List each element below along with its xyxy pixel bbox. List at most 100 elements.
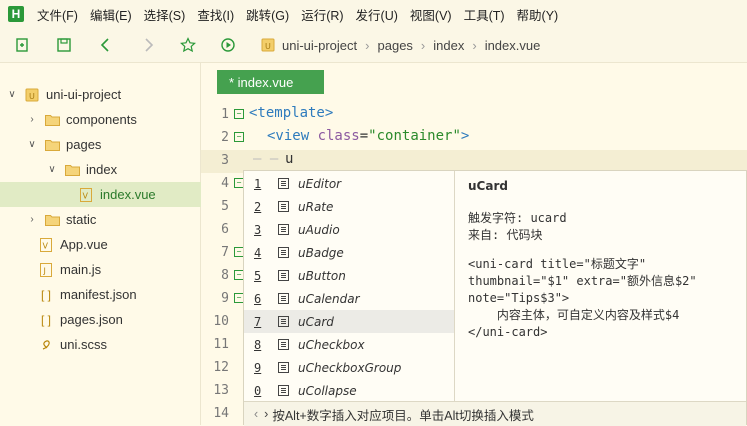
suggestion-label: uCheckbox — [298, 337, 365, 352]
project-icon: U — [24, 88, 40, 102]
code-line: 1 − <template> — [201, 104, 747, 127]
tree-item-components[interactable]: › components — [0, 107, 226, 132]
snippet-icon — [278, 316, 289, 327]
folder-icon — [44, 213, 60, 227]
line-number: 14 — [213, 406, 229, 421]
tree-item-static[interactable]: › static — [0, 207, 226, 232]
suggestion-number: 7 — [254, 314, 262, 329]
run-icon[interactable] — [214, 31, 242, 59]
suggestion-number: 4 — [254, 245, 262, 260]
line-number: 6 — [221, 222, 229, 237]
snippet-line: </uni-card> — [468, 325, 548, 339]
suggestion-item[interactable]: 5 uButton — [244, 264, 454, 287]
save-icon[interactable] — [50, 31, 78, 59]
breadcrumb: U uni-ui-project › pages › index › index… — [260, 38, 540, 53]
suggestion-label: uCalendar — [298, 291, 360, 306]
suggestion-number: 0 — [254, 383, 262, 398]
scss-file-icon — [38, 338, 54, 352]
line-number: 1 — [221, 107, 229, 122]
suggestion-number: 5 — [254, 268, 262, 283]
line-number: 9 — [221, 291, 229, 306]
breadcrumb-pages[interactable]: pages — [378, 38, 413, 53]
fold-toggle-icon[interactable]: − — [234, 132, 244, 142]
snippet-icon — [278, 201, 289, 212]
code-tag: <view — [267, 128, 318, 144]
suggestion-label: uButton — [298, 268, 346, 283]
snippet-icon — [278, 270, 289, 281]
toolbar: U uni-ui-project › pages › index › index… — [0, 28, 747, 63]
menu-edit[interactable]: 编辑(E) — [90, 5, 132, 24]
new-file-icon[interactable] — [8, 31, 36, 59]
svg-text:J: J — [43, 266, 46, 275]
breadcrumb-file[interactable]: index.vue — [485, 38, 541, 53]
suggestion-item[interactable]: 4 uBadge — [244, 241, 454, 264]
chevron-down-icon[interactable]: ∨ — [6, 89, 18, 100]
chevron-down-icon[interactable]: ∨ — [26, 139, 38, 150]
snippet-line: thumbnail="$1" extra="额外信息$2" — [468, 274, 697, 288]
menu-tools[interactable]: 工具(T) — [464, 5, 505, 24]
star-icon[interactable] — [174, 31, 202, 59]
code-string: "container" — [368, 128, 461, 144]
suggestion-number: 6 — [254, 291, 262, 306]
breadcrumb-separator: › — [472, 37, 477, 53]
menu-find[interactable]: 查找(I) — [197, 5, 234, 24]
code-line: 2 − <view class="container"> — [201, 127, 747, 150]
tree-label: components — [66, 112, 137, 127]
folder-open-icon — [44, 138, 60, 152]
code-attr: class — [317, 128, 360, 144]
chevron-right-icon[interactable]: › — [26, 114, 38, 125]
snippet-icon — [278, 178, 289, 189]
forward-icon[interactable] — [134, 31, 162, 59]
line-number: 7 — [221, 245, 229, 260]
json-file-icon: [ ] — [40, 287, 51, 302]
json-file-icon: [ ] — [40, 312, 51, 327]
snippet-icon — [278, 224, 289, 235]
suggestion-item[interactable]: 2 uRate — [244, 195, 454, 218]
snippet-line: <uni-card title="标题文字" — [468, 257, 647, 271]
suggestion-item[interactable]: 9 uCheckboxGroup — [244, 356, 454, 379]
tree-label: static — [66, 212, 97, 227]
suggestion-item[interactable]: 8 uCheckbox — [244, 333, 454, 356]
menu-select[interactable]: 选择(S) — [144, 5, 186, 24]
menu-run[interactable]: 运行(R) — [301, 5, 343, 24]
suggestion-list: 1 uEditor 2 uRate 3 uAudio 4 uBadge 5 uButton… — [244, 171, 455, 401]
tree-item-project[interactable]: ∨ U uni-ui-project — [0, 82, 206, 107]
chevron-down-icon[interactable]: ∨ — [46, 164, 58, 175]
suggestion-item-selected[interactable]: 7 uCard — [244, 310, 454, 333]
suggestion-item[interactable]: 6 uCalendar — [244, 287, 454, 310]
tree-label: uni-ui-project — [46, 87, 122, 102]
suggestion-item[interactable]: 3 uAudio — [244, 218, 454, 241]
line-number: 3 — [221, 153, 229, 168]
menu-publish[interactable]: 发行(U) — [356, 5, 398, 24]
snippet-icon — [278, 339, 289, 350]
suggestion-item[interactable]: 0 uCollapse — [244, 379, 454, 402]
tab-index-vue[interactable]: * index.vue — [217, 70, 324, 94]
breadcrumb-index[interactable]: index — [433, 38, 464, 53]
chevron-right-icon[interactable]: › — [26, 214, 38, 225]
suggestion-item[interactable]: 1 uEditor — [244, 172, 454, 195]
back-icon[interactable] — [92, 31, 120, 59]
line-number: 4 — [221, 176, 229, 191]
chevron-right-icon[interactable]: › — [264, 407, 268, 421]
menu-file[interactable]: 文件(F) — [37, 5, 78, 24]
autocomplete-popup: 1 uEditor 2 uRate 3 uAudio 4 uBadge 5 uButton… — [243, 170, 747, 426]
line-number: 2 — [221, 130, 229, 145]
project-explorer: ∨ U uni-ui-project › components ∨ pages … — [0, 63, 278, 425]
snippet-icon — [278, 247, 289, 258]
fold-toggle-icon[interactable]: − — [234, 109, 244, 119]
svg-text:U: U — [29, 92, 35, 101]
tree-label: App.vue — [60, 237, 108, 252]
tree-item-pages[interactable]: ∨ pages — [0, 132, 226, 157]
chevron-left-icon[interactable]: ‹ — [254, 407, 258, 421]
breadcrumb-project[interactable]: uni-ui-project — [282, 38, 357, 53]
folder-open-icon — [64, 163, 80, 177]
code-text: <view class="container"> — [267, 128, 469, 144]
menu-help[interactable]: 帮助(Y) — [517, 5, 559, 24]
js-file-icon: J — [38, 262, 54, 277]
menu-goto[interactable]: 跳转(G) — [246, 5, 289, 24]
project-folder-icon: U — [260, 38, 276, 52]
line-number: 13 — [213, 383, 229, 398]
menu-view[interactable]: 视图(V) — [410, 5, 452, 24]
breadcrumb-separator: › — [420, 37, 426, 53]
typed-text: u — [285, 151, 294, 167]
